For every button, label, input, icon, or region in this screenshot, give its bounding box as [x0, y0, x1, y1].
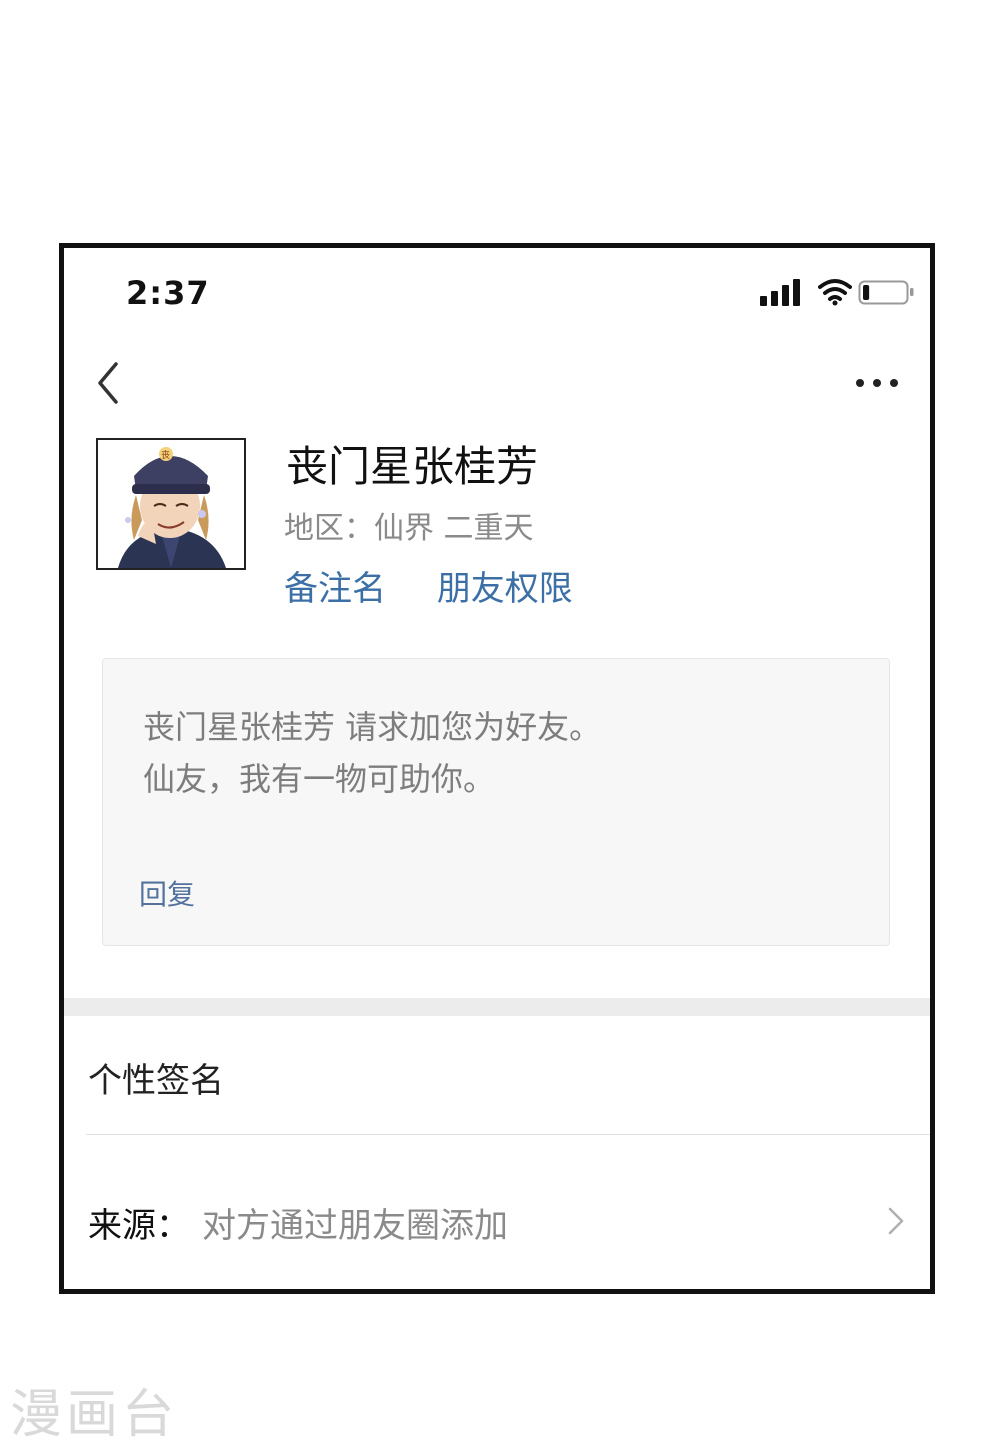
more-dots-icon[interactable] — [852, 368, 902, 398]
chevron-right-icon — [888, 1207, 904, 1235]
status-bar: 2:37 — [64, 248, 930, 338]
request-message: 丧门星张桂芳 请求加您为好友。 仙友，我有一物可助你。 — [143, 701, 601, 805]
avatar[interactable]: 丧 — [96, 438, 246, 570]
watermark: 漫画台 — [10, 1385, 179, 1445]
signal-icon — [760, 279, 800, 306]
permissions-link[interactable]: 朋友权限 — [437, 569, 573, 609]
nav-bar — [64, 348, 930, 418]
row-divider — [86, 1134, 930, 1135]
reply-link[interactable]: 回复 — [139, 873, 195, 913]
signature-label: 个性签名 — [88, 1061, 224, 1101]
profile-header: 丧 丧门星张桂芳 地区：仙界 二重天 备注名 朋友权限 — [64, 433, 930, 613]
friend-request-card: 丧门星张桂芳 请求加您为好友。 仙友，我有一物可助你。 回复 — [102, 658, 890, 946]
contact-region: 地区：仙界 二重天 — [284, 511, 534, 546]
source-row[interactable]: 来源： 对方通过朋友圈添加 — [64, 1193, 930, 1253]
profile-actions: 备注名 朋友权限 — [284, 561, 613, 610]
back-icon[interactable] — [92, 358, 128, 408]
status-time: 2:37 — [126, 274, 210, 312]
signature-row[interactable]: 个性签名 — [64, 1043, 930, 1133]
battery-icon — [858, 280, 914, 305]
section-divider — [64, 998, 930, 1016]
source-value: 对方通过朋友圈添加 — [202, 1206, 508, 1246]
wifi-icon — [818, 279, 852, 306]
avatar-illustration: 丧 — [98, 440, 244, 568]
svg-text:丧: 丧 — [161, 450, 170, 461]
source-label: 来源： — [88, 1206, 190, 1246]
remark-link[interactable]: 备注名 — [284, 569, 386, 609]
request-line-2: 仙友，我有一物可助你。 — [143, 760, 496, 798]
phone-screen: 2:37 丧 丧门星张桂芳 地区：仙界 二重天 备注名 朋友权限 丧门星张桂芳 … — [59, 243, 935, 1294]
contact-name: 丧门星张桂芳 — [286, 442, 539, 491]
request-line-1: 丧门星张桂芳 请求加您为好友。 — [143, 708, 602, 746]
